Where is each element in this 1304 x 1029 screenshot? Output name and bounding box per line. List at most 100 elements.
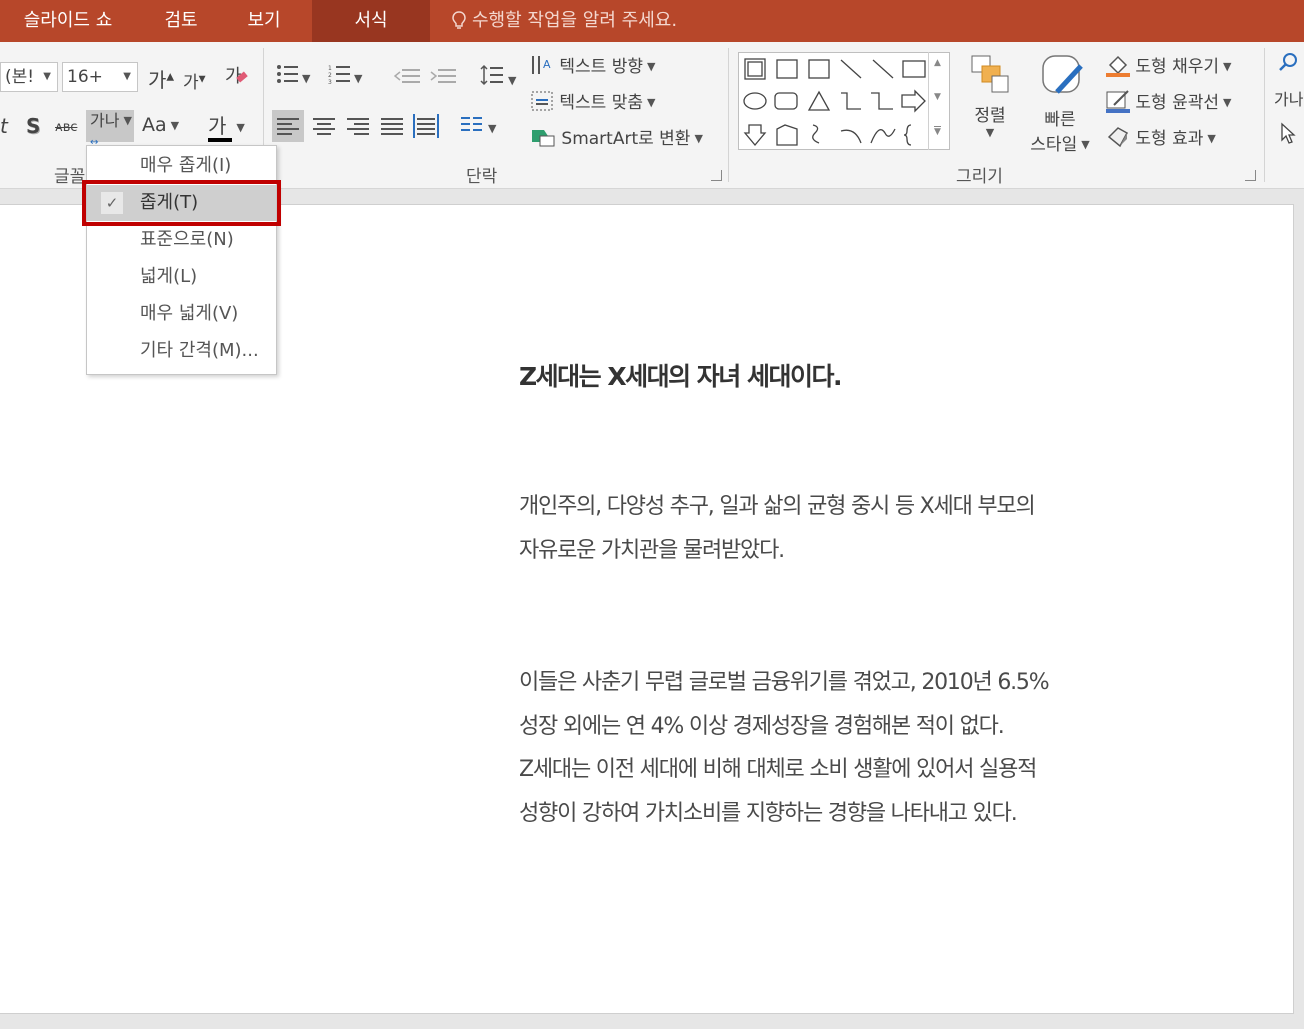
grow-font-label: 가 xyxy=(148,68,167,92)
change-case-label: Aa xyxy=(142,114,167,136)
italic-button[interactable]: t xyxy=(0,114,8,138)
paragraph-line: 개인주의, 다양성 추구, 일과 삶의 균형 중시 등 X세대 부모의 xyxy=(519,494,1036,519)
menu-item-very-tight[interactable]: 매우 좁게(I) xyxy=(87,148,276,184)
search-icon xyxy=(1279,53,1297,71)
bullets-button[interactable]: ▼ xyxy=(276,64,310,89)
select-button[interactable] xyxy=(1280,122,1298,151)
change-case-button[interactable]: Aa ▼ xyxy=(142,114,179,136)
character-spacing-label: 가나 xyxy=(90,111,120,130)
quick-styles-icon xyxy=(1042,55,1083,94)
justify-button[interactable] xyxy=(376,110,408,147)
menu-item-more-spacing[interactable]: 기타 간격(M)... xyxy=(87,333,276,369)
svg-text:3: 3 xyxy=(328,79,332,84)
shape-fill-label: 도형 채우기 xyxy=(1135,57,1220,77)
align-right-button[interactable] xyxy=(342,110,374,147)
paragraph-line: 성향이 강하여 가치소비를 지향하는 경향을 나타내고 있다. xyxy=(519,800,1018,826)
menu-item-normal[interactable]: 표준으로(N) xyxy=(87,222,276,258)
paragraph-launcher-icon[interactable] xyxy=(711,170,722,181)
font-color-button[interactable]: 가 ▼ xyxy=(208,110,245,142)
font-color-label: 가 xyxy=(208,114,227,138)
smartart-button[interactable]: SmartArt로 변환 ▼ xyxy=(530,124,703,149)
tell-me-text: 수행할 작업을 알려 주세요. xyxy=(472,10,678,31)
paragraph-line: Z세대는 이전 세대에 비해 대체로 소비 생활에 있어서 실용적 xyxy=(519,757,1037,782)
font-name-value: (본! xyxy=(5,67,35,87)
character-spacing-button[interactable]: 가나 ▼ ↔ xyxy=(86,110,134,148)
shape-effects-label: 도형 효과 xyxy=(1135,129,1204,149)
group-label-drawing: 그리기 xyxy=(956,167,1003,187)
quick-styles-label-1: 빠른 xyxy=(1044,110,1076,130)
tell-me-search[interactable]: 수행할 작업을 알려 주세요. xyxy=(452,0,677,42)
shrink-font-button[interactable]: 가▼ xyxy=(183,68,206,93)
chevron-down-icon: ▼ xyxy=(1223,96,1232,109)
distributed-button[interactable] xyxy=(410,110,442,147)
chevron-down-icon: ▼ xyxy=(985,126,995,139)
drawing-launcher-icon[interactable] xyxy=(1245,170,1256,181)
menu-item-loose[interactable]: 넓게(L) xyxy=(87,259,276,295)
slide-paragraph-2[interactable]: 이들은 사춘기 무렵 글로벌 금융위기를 겪었고, 2010년 6.5% 성장 … xyxy=(519,661,1050,835)
text-direction-button[interactable]: A 텍스트 방향 ▼ xyxy=(530,52,655,77)
font-color-bar xyxy=(208,138,232,142)
font-name-combo[interactable]: (본! ▼ xyxy=(0,62,58,92)
align-text-button[interactable]: 텍스트 맞춤 ▼ xyxy=(530,88,655,113)
bullet-list-icon xyxy=(277,65,298,83)
replace-label: 가나 xyxy=(1274,90,1304,109)
align-center-button[interactable] xyxy=(308,110,340,147)
eraser-icon xyxy=(236,71,248,83)
chevron-down-icon: ▼ xyxy=(43,71,51,82)
arrange-button[interactable]: 정렬 ▼ xyxy=(964,52,1016,139)
columns-icon xyxy=(461,117,482,131)
align-left-icon xyxy=(277,118,299,135)
chevron-down-icon: ▼ xyxy=(354,72,363,85)
shape-fill-button[interactable]: 도형 채우기 ▼ xyxy=(1106,52,1231,77)
align-left-button[interactable] xyxy=(272,110,304,142)
slide-paragraph-1[interactable]: 개인주의, 다양성 추구, 일과 삶의 균형 중시 등 X세대 부모의 자유로운… xyxy=(519,485,1036,572)
numbering-button[interactable]: 1 2 3 ▼ xyxy=(328,64,362,89)
scroll-up-icon[interactable]: ▲ xyxy=(934,58,941,68)
highlight-box xyxy=(82,180,281,226)
chevron-down-icon: ▼ xyxy=(694,132,703,145)
increase-indent-button[interactable] xyxy=(430,68,456,89)
justify-icon xyxy=(381,118,403,135)
shapes-gallery[interactable] xyxy=(738,52,950,150)
gallery-more-icon[interactable]: ▼ xyxy=(934,126,941,137)
align-text-label: 텍스트 맞춤 xyxy=(559,93,644,113)
find-button[interactable] xyxy=(1277,52,1299,79)
cursor-arrow-icon xyxy=(1281,122,1296,144)
replace-button[interactable]: 가나 xyxy=(1274,86,1303,110)
shapes-gallery-scroll[interactable]: ▲ ▼ ▼ xyxy=(928,52,950,150)
font-size-value: 16+ xyxy=(67,67,103,87)
grow-font-button[interactable]: 가▲ xyxy=(148,64,174,93)
svg-text:A: A xyxy=(543,58,551,71)
quick-styles-label-2: 스타일 xyxy=(1030,135,1078,155)
line-spacing-button[interactable]: ▼ xyxy=(480,64,516,91)
align-center-icon xyxy=(313,118,335,135)
font-size-combo[interactable]: 16+ ▼ xyxy=(62,62,138,92)
smartart-icon xyxy=(532,130,555,147)
tab-view[interactable]: 보기 xyxy=(228,0,300,42)
shape-effects-icon xyxy=(1107,127,1129,148)
tab-format[interactable]: 서식 xyxy=(312,0,430,42)
separator xyxy=(1264,48,1265,182)
smartart-label: SmartArt로 변환 xyxy=(561,129,691,149)
align-right-icon xyxy=(347,118,369,135)
shape-outline-button[interactable]: 도형 윤곽선 ▼ xyxy=(1106,88,1231,113)
chevron-down-icon: ▼ xyxy=(647,60,656,73)
increase-indent-icon xyxy=(430,69,456,83)
menu-item-very-loose[interactable]: 매우 넓게(V) xyxy=(87,296,276,332)
tab-review[interactable]: 검토 xyxy=(148,0,214,42)
chevron-down-icon: ▼ xyxy=(647,96,656,109)
shape-effects-button[interactable]: 도형 효과 ▼ xyxy=(1106,124,1216,149)
tab-slideshow[interactable]: 슬라이드 쇼 xyxy=(0,0,136,42)
columns-button[interactable]: ▼ xyxy=(460,114,496,139)
chevron-down-icon: ▼ xyxy=(170,119,180,132)
slide-title[interactable]: Z세대는 X세대의 자녀 세대이다. xyxy=(519,357,843,393)
shadow-button[interactable]: S xyxy=(26,114,40,138)
decrease-indent-button[interactable] xyxy=(393,68,420,89)
scroll-down-icon[interactable]: ▼ xyxy=(934,92,941,102)
strikethrough-button[interactable]: ᴀʙᴄ xyxy=(55,120,77,135)
clear-formatting-button[interactable]: 가 xyxy=(225,62,248,88)
ribbon-tab-bar: 슬라이드 쇼 검토 보기 서식 수행할 작업을 알려 주세요. xyxy=(0,0,1304,42)
quick-styles-button[interactable]: 빠른 스타일 ▼ xyxy=(1024,52,1096,155)
chevron-down-icon: ▼ xyxy=(1223,60,1232,73)
shape-outline-label: 도형 윤곽선 xyxy=(1135,93,1220,113)
